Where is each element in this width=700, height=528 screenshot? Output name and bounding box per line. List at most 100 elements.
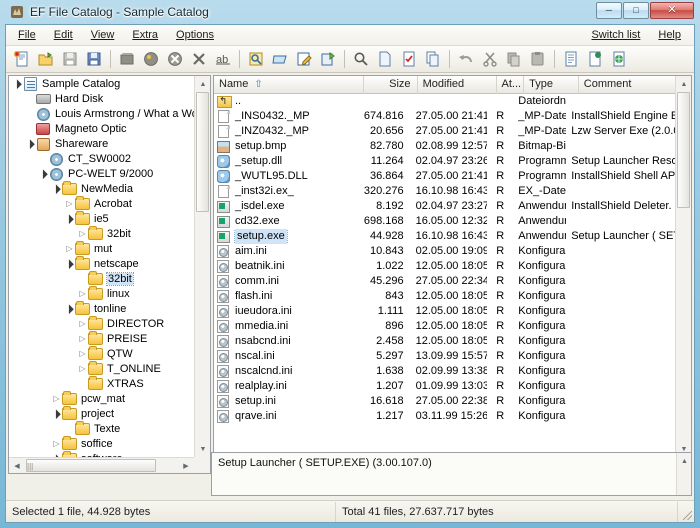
volume-info-icon[interactable] [268, 48, 291, 71]
add-volume-icon[interactable] [115, 48, 138, 71]
minimize-button[interactable]: ─ [596, 2, 622, 19]
menu-file[interactable]: File [10, 27, 44, 43]
menu-switch-list[interactable]: Switch list [583, 27, 648, 43]
rename-icon[interactable]: ab [211, 48, 234, 71]
maximize-button[interactable]: □ [623, 2, 649, 19]
tree-node[interactable]: 32bit [9, 226, 194, 241]
expand-arrow-icon[interactable] [77, 363, 88, 374]
tree-node[interactable]: project [9, 406, 194, 421]
file-row[interactable]: cd32.exe698.16816.05.00 12:32RAnwendung [214, 214, 675, 229]
column-header-attributes[interactable]: At... [497, 76, 525, 94]
menu-edit[interactable]: Edit [46, 27, 81, 43]
tree-node[interactable]: XTRAS [9, 376, 194, 391]
web-icon[interactable] [607, 48, 630, 71]
collapse-arrow-icon[interactable] [38, 168, 49, 179]
menu-help[interactable]: Help [650, 27, 689, 43]
file-row[interactable]: _INS0432._MP674.81627.05.00 21:41R_MP-Da… [214, 109, 675, 124]
collapse-arrow-icon[interactable] [51, 408, 62, 419]
collapse-arrow-icon[interactable] [51, 183, 62, 194]
tree-scroll-down-button[interactable]: ▼ [195, 441, 211, 457]
tree-node[interactable]: linux [9, 286, 194, 301]
save-catalog-icon[interactable] [58, 48, 81, 71]
catalog-info-icon[interactable] [244, 48, 267, 71]
column-header-type[interactable]: Type [524, 76, 579, 94]
cut-icon[interactable] [478, 48, 501, 71]
file-row[interactable]: nscalcnd.ini1.63802.09.99 13:38RKonfigur… [214, 364, 675, 379]
search-icon[interactable] [349, 48, 372, 71]
collapse-arrow-icon[interactable] [64, 258, 75, 269]
tree-node[interactable]: DIRECTOR [9, 316, 194, 331]
file-list-body[interactable]: ..Dateiordner_INS0432._MP674.81627.05.00… [214, 94, 675, 457]
check-file-icon[interactable] [397, 48, 420, 71]
file-row[interactable]: nscal.ini5.29713.09.99 15:57RKonfigura..… [214, 349, 675, 364]
tree-node[interactable]: Texte [9, 421, 194, 436]
file-row[interactable]: comm.ini45.29627.05.00 22:34RKonfigura..… [214, 274, 675, 289]
file-row[interactable]: _INZ0432._MP20.65627.05.00 21:41R_MP-Dat… [214, 124, 675, 139]
tree-node[interactable]: netscape [9, 256, 194, 271]
collapse-arrow-icon[interactable] [64, 303, 75, 314]
save-as-catalog-icon[interactable] [82, 48, 105, 71]
remove-volume-icon[interactable] [163, 48, 186, 71]
tree-node[interactable]: PREISE [9, 331, 194, 346]
new-file-icon[interactable] [373, 48, 396, 71]
tree-node[interactable]: Hard Disk [9, 91, 194, 106]
tree-node[interactable]: mut [9, 241, 194, 256]
catalog-tree[interactable]: Sample CatalogHard DiskLouis Armstrong /… [9, 76, 194, 457]
column-header-size[interactable]: Size [364, 76, 417, 94]
expand-arrow-icon[interactable] [51, 438, 62, 449]
expand-arrow-icon[interactable] [77, 348, 88, 359]
file-row[interactable]: ..Dateiordner [214, 94, 675, 109]
tree-scroll-thumb[interactable] [196, 92, 209, 212]
expand-arrow-icon[interactable] [77, 333, 88, 344]
expand-arrow-icon[interactable] [77, 318, 88, 329]
file-row[interactable]: mmedia.ini89612.05.00 18:05RKonfigura... [214, 319, 675, 334]
expand-arrow-icon[interactable] [51, 393, 62, 404]
tree-node[interactable]: T_ONLINE [9, 361, 194, 376]
collapse-arrow-icon[interactable] [25, 138, 36, 149]
file-row[interactable]: beatnik.ini1.02212.05.00 18:05RKonfigura… [214, 259, 675, 274]
collapse-arrow-icon[interactable] [12, 78, 23, 89]
edit-comment-icon[interactable] [292, 48, 315, 71]
resize-grip-icon[interactable] [678, 502, 694, 522]
file-row[interactable]: setup.bmp82.78002.08.99 12:57RBitmap-Bil… [214, 139, 675, 154]
tree-node[interactable]: ie5 [9, 211, 194, 226]
file-row[interactable]: qrave.ini1.21703.11.99 15:26RKonfigura..… [214, 409, 675, 424]
tree-node[interactable]: Magneto Optic [9, 121, 194, 136]
collapse-arrow-icon[interactable] [64, 213, 75, 224]
report-icon[interactable] [559, 48, 582, 71]
tree-node[interactable]: Acrobat [9, 196, 194, 211]
tree-node[interactable]: tonline [9, 301, 194, 316]
file-row[interactable]: aim.ini10.84302.05.00 19:09RKonfigura... [214, 244, 675, 259]
column-header-name[interactable]: Name⇧ [214, 76, 364, 94]
file-row[interactable]: setup.exe44.92816.10.98 16:43RAnwendungS… [214, 229, 675, 244]
file-row[interactable]: iueudora.ini1.11112.05.00 18:05RKonfigur… [214, 304, 675, 319]
list-scroll-thumb[interactable] [677, 92, 690, 208]
expand-arrow-icon[interactable] [64, 243, 75, 254]
file-row[interactable]: flash.ini84312.05.00 18:05RKonfigura... [214, 289, 675, 304]
tree-node[interactable]: pcw_mat [9, 391, 194, 406]
tree-node[interactable]: PC-WELT 9/2000 [9, 166, 194, 181]
tree-node[interactable]: NewMedia [9, 181, 194, 196]
expand-arrow-icon[interactable] [77, 228, 88, 239]
tree-node[interactable]: Shareware [9, 136, 194, 151]
file-row[interactable]: _isdel.exe8.19202.04.97 23:27RAnwendungI… [214, 199, 675, 214]
print-icon[interactable] [583, 48, 606, 71]
copy-file-icon[interactable] [421, 48, 444, 71]
tree-scroll-left-button[interactable]: ◀ [9, 458, 25, 474]
paste-icon[interactable] [526, 48, 549, 71]
tree-node[interactable]: Louis Armstrong / What a Wonde [9, 106, 194, 121]
expand-arrow-icon[interactable] [64, 198, 75, 209]
tree-node[interactable]: Sample Catalog [9, 76, 194, 91]
tree-node[interactable]: 32bit [9, 271, 194, 286]
tree-node[interactable]: soffice [9, 436, 194, 451]
column-header-modified[interactable]: Modified [418, 76, 497, 94]
open-catalog-icon[interactable] [34, 48, 57, 71]
list-scroll-up-button[interactable]: ▲ [676, 76, 692, 92]
new-catalog-icon[interactable] [10, 48, 33, 71]
file-row[interactable]: _WUTL95.DLL36.86427.05.00 21:41RProgramm… [214, 169, 675, 184]
file-row[interactable]: _inst32i.ex_320.27616.10.98 16:43REX_-Da… [214, 184, 675, 199]
list-vertical-scrollbar[interactable]: ▲ ▼ [675, 76, 691, 457]
tree-horizontal-scrollbar[interactable]: ◀ ||| ▶ [9, 457, 194, 473]
tree-node[interactable]: QTW [9, 346, 194, 361]
file-row[interactable]: realplay.ini1.20701.09.99 13:03RKonfigur… [214, 379, 675, 394]
